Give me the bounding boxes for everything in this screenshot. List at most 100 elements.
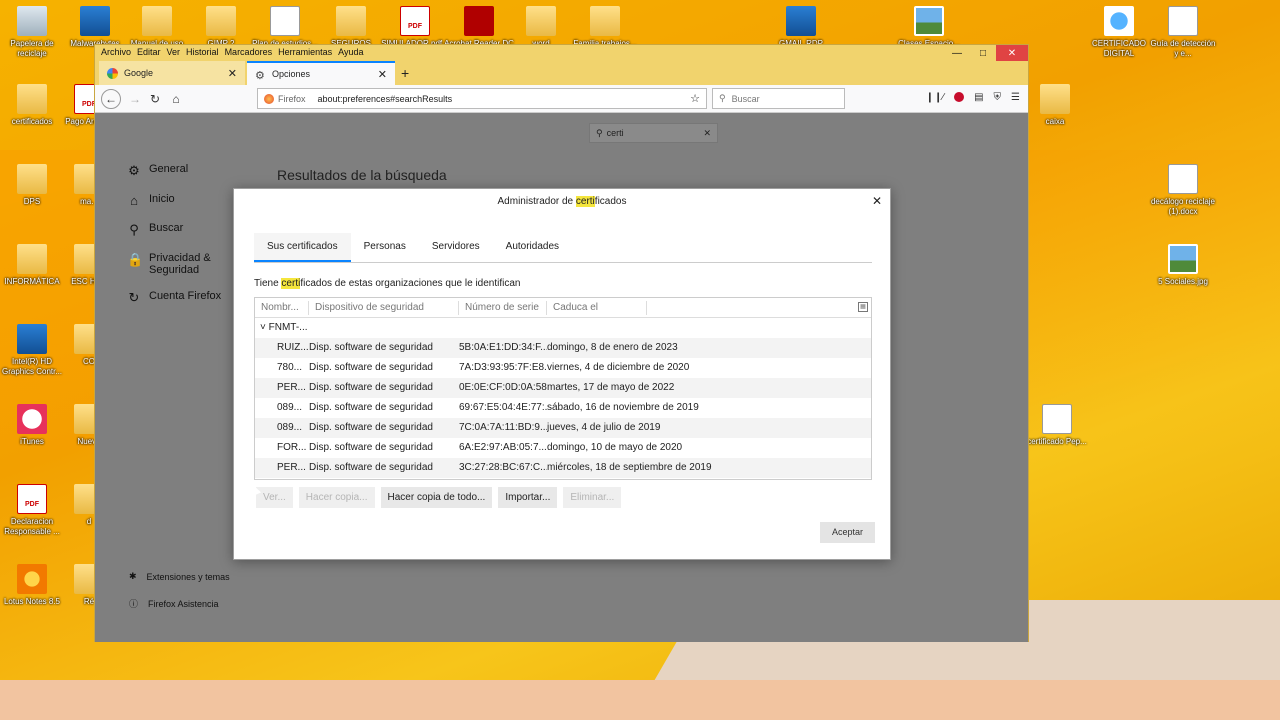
desktop-icon[interactable]: certificado Pep... (1022, 404, 1092, 447)
dialog-tab-2[interactable]: Personas (351, 233, 419, 262)
dialog-tab-3[interactable]: Servidores (419, 233, 493, 262)
category-list: ⚙ General ⌂ Inicio ⚲ Buscar 🔒 Privacidad & Segu… (127, 163, 227, 320)
back-arrow-icon[interactable]: ← (101, 89, 121, 109)
dialog-button-4[interactable]: Importar... (498, 487, 558, 508)
dialog-button-2[interactable]: Hacer copia... (298, 487, 375, 508)
home-icon[interactable]: ⌂ (166, 89, 186, 109)
folder-icon (17, 84, 47, 114)
category-3[interactable]: ⚲ Buscar (127, 222, 227, 238)
desktop-icon[interactable]: Familia trabajos... (570, 6, 640, 49)
desktop-icon[interactable]: Acrobat Reader DC (444, 6, 514, 49)
reader-view-icon[interactable]: ▤ (974, 92, 983, 103)
close-icon[interactable]: ✕ (872, 194, 882, 208)
shield-icon[interactable]: ⛨ (994, 92, 1002, 103)
hamburger-menu-icon[interactable]: ☰ (1011, 92, 1020, 103)
menu-item-editar[interactable]: Editar (137, 47, 161, 57)
link-support[interactable]: ⓘ Firefox Asistencia (129, 597, 230, 610)
tab-opciones[interactable]: ⚙ Opciones ✕ (247, 61, 395, 85)
gear-icon: ⚙ (128, 163, 140, 178)
menu-item-herramientas[interactable]: Herramientas (278, 47, 332, 57)
table-row[interactable]: 780... Disp. software de seguridad 7A:D3:9… (255, 358, 871, 378)
adblock-icon[interactable] (954, 92, 965, 102)
navigation-bar: ← → ↻ ⌂ Firefox about:preferences#search… (95, 85, 1028, 113)
desktop-icon[interactable]: word (506, 6, 576, 49)
menu-item-archivo[interactable]: Archivo (101, 47, 131, 57)
forward-arrow-icon[interactable]: → (125, 89, 145, 109)
desktop-icon-label: CERTIFICADO DIGITAL (1091, 39, 1147, 58)
dialog-button-3[interactable]: Hacer copia de todo... (380, 487, 493, 508)
clear-search-icon[interactable]: ✕ (703, 128, 711, 139)
link-extensions[interactable]: ✱ Extensiones y temas (129, 571, 230, 582)
folder-icon (17, 244, 47, 274)
desktop-icon[interactable]: SIMULADOR pdf... (380, 6, 450, 49)
title-part: Administrador de (497, 196, 576, 207)
identity-box[interactable]: Firefox (264, 93, 306, 104)
table-cell: 5B:0A:E1:DD:34:F... (459, 342, 547, 353)
table-row[interactable]: 089... Disp. software de seguridad 7C:0A:7… (255, 418, 871, 438)
page-title: Resultados de la búsqueda (277, 167, 447, 183)
window-controls: — □ ✕ (944, 45, 1028, 61)
doc-icon (1168, 164, 1198, 194)
menu-item-ayuda[interactable]: Ayuda (338, 47, 363, 57)
help-icon: ⓘ (129, 599, 139, 609)
category-5[interactable]: ↻ Cuenta Firefox (127, 290, 227, 306)
dialog-tab-4[interactable]: Autoridades (493, 233, 572, 262)
category-2[interactable]: ⌂ Inicio (127, 193, 227, 208)
column-header[interactable]: Caduca el (547, 300, 647, 315)
reload-icon[interactable]: ↻ (145, 89, 165, 109)
new-tab-plus-icon[interactable]: + (401, 65, 409, 81)
desc-part: Tiene (254, 278, 282, 289)
maximize-icon[interactable]: □ (970, 45, 996, 61)
table-row[interactable]: PER... Disp. software de seguridad 0E:0E:C… (255, 378, 871, 398)
dialog-tab-1[interactable]: Sus certificados (254, 233, 351, 262)
bookmark-star-icon[interactable]: ☆ (690, 92, 700, 105)
pdf-icon (400, 6, 430, 36)
desktop-icon[interactable]: Guía de detección y e... (1148, 6, 1218, 59)
desktop-icon[interactable]: caixa (1020, 84, 1090, 127)
folder-icon (206, 6, 236, 36)
desktop-icon[interactable]: SEGUROS (316, 6, 386, 49)
close-tab-icon[interactable]: ✕ (378, 68, 387, 81)
desktop-icon[interactable]: CERTIFICADO DIGITAL (1084, 6, 1154, 59)
category-4[interactable]: 🔒 Privacidad & Seguridad (127, 252, 227, 276)
library-icon[interactable]: ❙❙∕ (926, 92, 944, 103)
menu-item-historial[interactable]: Historial (186, 47, 219, 57)
table-body: RUIZ... Disp. software de seguridad 5B:0A:… (255, 338, 871, 478)
preferences-search-input[interactable]: ⚲ certi ✕ (589, 123, 718, 143)
table-row[interactable]: RUIZ... Disp. software de seguridad 5B:0A:… (255, 338, 871, 358)
desktop-icon[interactable]: Plan de estudios... (250, 6, 320, 49)
tab-google[interactable]: Google ✕ (99, 61, 245, 85)
search-bar[interactable]: ⚲ Buscar (712, 88, 845, 109)
close-window-icon[interactable]: ✕ (996, 45, 1028, 61)
desktop-icon[interactable]: GMAIL.RDP (766, 6, 836, 49)
menu-item-marcadores[interactable]: Marcadores (225, 47, 273, 57)
desktop-icon[interactable]: Clases Espacio... (894, 6, 964, 49)
table-row[interactable]: 089... Disp. software de seguridad 69:67:E… (255, 398, 871, 418)
column-header[interactable]: Nombr... (255, 300, 309, 315)
accept-button[interactable]: Aceptar (819, 522, 875, 543)
desktop-icon[interactable]: decálogo reciclaje (1).docx (1148, 164, 1218, 217)
desktop-icon[interactable]: Papelera de reciclaje (0, 6, 67, 59)
dialog-button-5[interactable]: Eliminar... (563, 487, 622, 508)
menu-item-ver[interactable]: Ver (167, 47, 181, 57)
desktop-icon[interactable]: GIMP 2 (186, 6, 256, 49)
column-header[interactable]: Dispositivo de seguridad (309, 300, 459, 315)
home-icon: ⌂ (130, 193, 138, 208)
certificate-manager-dialog: Administrador de certificados ✕ Sus cert… (233, 188, 891, 560)
table-row[interactable]: PER... Disp. software de seguridad 3C:27:2… (255, 458, 871, 478)
column-picker-icon[interactable]: ▦ (858, 302, 868, 312)
chevron-down-icon[interactable]: ˅ (260, 322, 266, 333)
tree-group[interactable]: ˅ FNMT-... (255, 318, 871, 338)
search-icon: ⚲ (719, 93, 726, 103)
table-cell: martes, 17 de mayo de 2022 (547, 382, 675, 393)
close-tab-icon[interactable]: ✕ (228, 67, 237, 80)
category-label: Privacidad & Seguridad (149, 252, 211, 276)
minimize-icon[interactable]: — (944, 45, 970, 61)
desktop-icon[interactable]: 5 Sociales.jpg (1148, 244, 1218, 287)
category-1[interactable]: ⚙ General (127, 163, 227, 179)
table-row[interactable]: FOR... Disp. software de seguridad 6A:E2:9… (255, 438, 871, 458)
column-header[interactable]: Número de serie (459, 300, 547, 315)
desktop-icon[interactable]: Malwarebytes (60, 6, 130, 49)
url-bar[interactable]: Firefox about:preferences#searchResults … (257, 88, 707, 109)
dialog-button-1[interactable]: Ver... (256, 487, 293, 508)
